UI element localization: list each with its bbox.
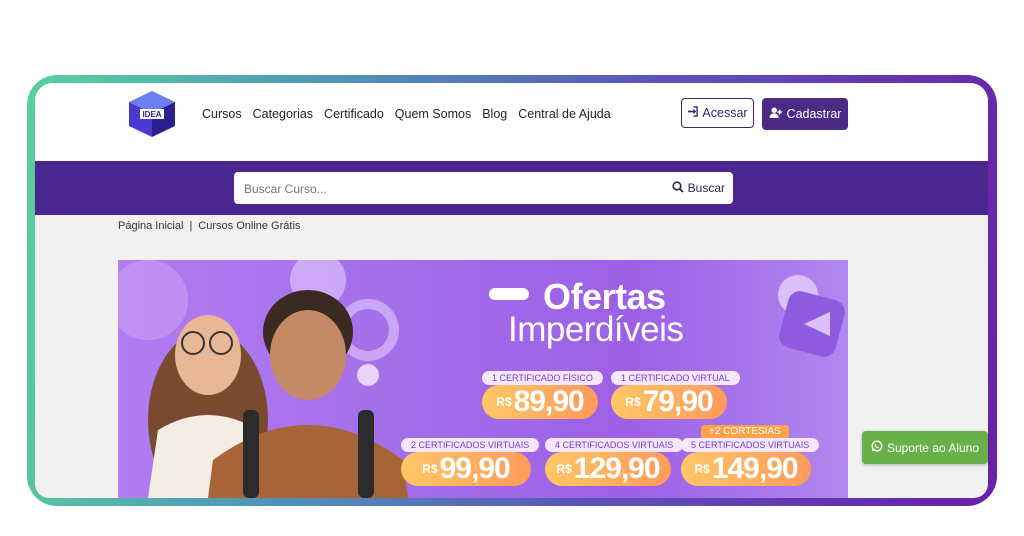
search-icon: [672, 180, 684, 196]
title-dash: [489, 288, 529, 300]
sign-in-icon: [687, 106, 699, 120]
nav-item-categorias[interactable]: Categorias: [253, 107, 313, 121]
search-button[interactable]: Buscar: [672, 172, 725, 204]
promo-banner[interactable]: Ofertas Imperdíveis 1 CERTIFICADO FÍSICO…: [118, 260, 848, 498]
offer-price: R$ 129,90: [545, 452, 671, 486]
currency-symbol: R$: [625, 395, 641, 409]
whatsapp-icon: [871, 440, 883, 455]
breadcrumb-home[interactable]: Página Inicial: [118, 220, 183, 232]
main-nav: Cursos Categorias Certificado Quem Somos…: [202, 107, 611, 121]
offer-price-value: 89,90: [513, 385, 585, 418]
offer-price-value: 79,90: [642, 385, 714, 418]
offer-price-value: 149,90: [711, 452, 799, 485]
nav-item-central-de-ajuda[interactable]: Central de Ajuda: [518, 107, 610, 121]
support-button[interactable]: Suporte ao Aluno: [862, 431, 988, 464]
offer-price-value: 129,90: [573, 452, 661, 485]
offer-label: 2 CERTIFICADOS VIRTUAIS: [401, 438, 540, 452]
logo-text: IDEA: [142, 110, 161, 119]
offer-label: 4 CERTIFICADOS VIRTUAIS: [545, 438, 684, 452]
search-input[interactable]: [242, 172, 626, 206]
user-plus-icon: [769, 107, 783, 121]
offer-price-value: 99,90: [439, 452, 511, 485]
banner-title-line2: Imperdíveis: [508, 310, 684, 349]
search-button-label: Buscar: [687, 181, 725, 195]
signup-label: Cadastrar: [786, 107, 842, 121]
nav-item-blog[interactable]: Blog: [482, 107, 507, 121]
currency-symbol: R$: [694, 462, 710, 476]
breadcrumb-separator: |: [189, 220, 193, 232]
offer-label: 1 CERTIFICADO FÍSICO: [482, 371, 603, 385]
search-box: Buscar: [234, 172, 733, 206]
currency-symbol: R$: [556, 462, 572, 476]
offer-price: R$ 89,90: [482, 385, 598, 419]
nav-item-quem-somos[interactable]: Quem Somos: [395, 107, 471, 121]
currency-symbol: R$: [496, 395, 512, 409]
nav-item-cursos[interactable]: Cursos: [202, 107, 242, 121]
site-header: IDEA Cursos Categorias Certificado Quem …: [35, 83, 988, 161]
signup-button[interactable]: Cadastrar: [762, 98, 848, 130]
breadcrumb-current: Cursos Online Grátis: [198, 220, 301, 232]
breadcrumb: Página Inicial | Cursos Online Grátis: [118, 220, 300, 232]
currency-symbol: R$: [422, 462, 438, 476]
login-label: Acessar: [702, 106, 748, 120]
login-button[interactable]: Acessar: [681, 98, 754, 128]
offer-label: 5 CERTIFICADOS VIRTUAIS: [681, 438, 820, 452]
support-label: Suporte ao Aluno: [886, 440, 980, 455]
search-bar: Buscar: [35, 161, 988, 215]
bonus-badge: +2 CORTESIAS: [701, 425, 789, 439]
offer-price: R$ 79,90: [611, 385, 727, 419]
nav-item-certificado[interactable]: Certificado: [324, 107, 384, 121]
offer-label: 1 CERTIFICADO VIRTUAL: [611, 371, 740, 385]
offer-price: R$ 149,90: [681, 452, 811, 486]
browser-screen: IDEA Cursos Categorias Certificado Quem …: [35, 83, 988, 498]
offer-price: R$ 99,90: [401, 452, 531, 486]
site-logo[interactable]: IDEA: [125, 89, 179, 139]
